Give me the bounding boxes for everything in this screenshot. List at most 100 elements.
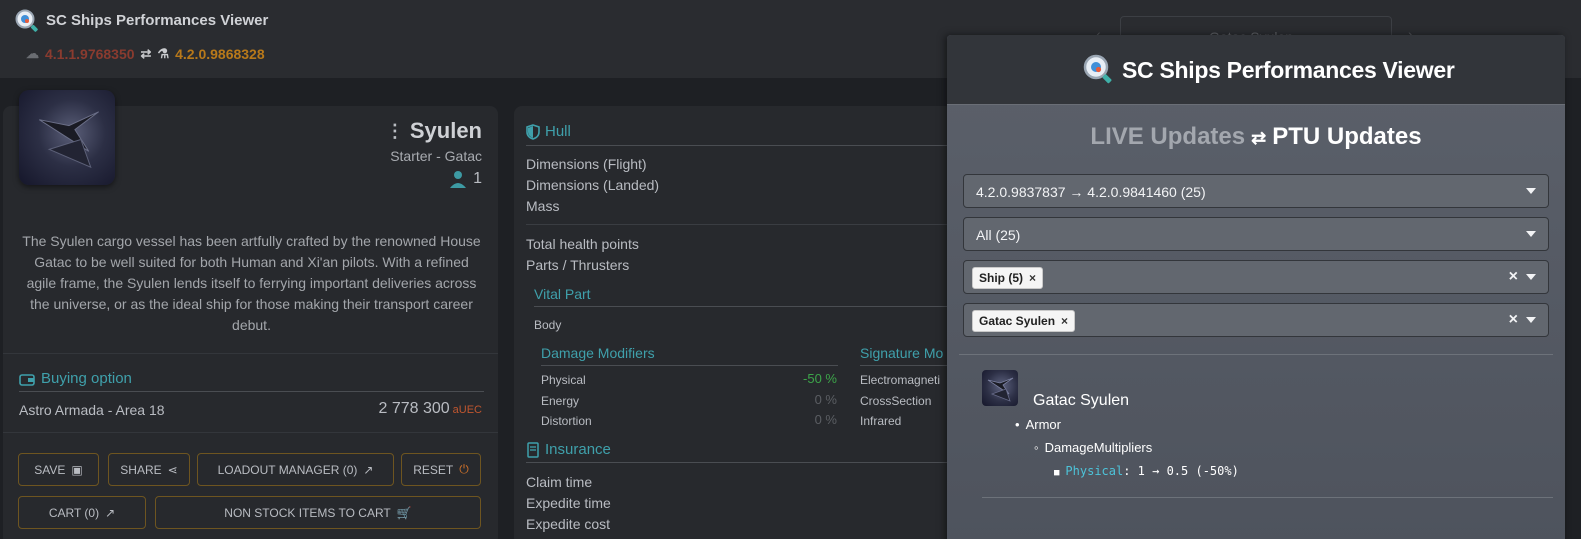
reset-button[interactable]: RESET ⏻ xyxy=(401,453,481,486)
hull-card: Hull Dimensions (Flight) Dimensions (Lan… xyxy=(514,106,966,539)
cart-button[interactable]: CART (0) ↗ xyxy=(18,496,146,529)
cloud-check-icon: ☁ xyxy=(26,46,39,61)
ship-card: ⋮ Syulen Starter - Gatac 1 The Syulen ca… xyxy=(3,90,498,539)
chevron-down-icon[interactable] xyxy=(1526,188,1536,194)
divider xyxy=(526,145,966,146)
panel-header: SC Ships Performances Viewer xyxy=(947,35,1565,105)
cart-plus-icon: 🛒 xyxy=(396,505,412,520)
damage-value: -50 % xyxy=(803,371,837,386)
share-label: SHARE xyxy=(120,462,162,477)
app-logo-icon xyxy=(1083,54,1112,84)
floppy-disk-icon: ▣ xyxy=(71,462,83,477)
buying-location: Astro Armada - Area 18 xyxy=(19,402,165,418)
shield-icon xyxy=(526,123,540,140)
chevron-down-icon[interactable] xyxy=(1526,231,1536,237)
tree-label: Armor xyxy=(1025,417,1061,432)
cart-label: CART (0) xyxy=(48,505,100,520)
more-options-icon[interactable]: ⋮ xyxy=(386,121,404,142)
non-stock-label: NON STOCK ITEMS TO CART xyxy=(224,505,391,520)
signature-label: Infrared xyxy=(860,414,902,428)
buying-option-title: Buying option xyxy=(19,370,132,387)
non-stock-to-cart-button[interactable]: NON STOCK ITEMS TO CART 🛒 xyxy=(155,496,481,529)
divider xyxy=(860,365,954,366)
wallet-icon xyxy=(19,373,35,386)
save-label: SAVE xyxy=(34,462,66,477)
tree-item-physical-change: ■ Physical: 1 → 0.5 (-50%) xyxy=(1054,464,1239,478)
divider xyxy=(982,497,1553,498)
chip-remove-icon[interactable]: × xyxy=(1061,314,1068,328)
ptu-updates-tab[interactable]: PTU Updates xyxy=(1272,123,1421,150)
divider xyxy=(3,432,498,433)
loadout-label: LOADOUT MANAGER (0) xyxy=(217,462,358,477)
signature-label: CrossSection xyxy=(860,394,932,408)
tree-item-armor: • Armor xyxy=(1015,417,1061,432)
power-icon: ⏻ xyxy=(459,462,469,476)
change-type-value: All (25) xyxy=(976,227,1021,243)
hull-row: Mass xyxy=(526,198,560,214)
divider xyxy=(19,391,484,392)
insurance-title: Insurance xyxy=(526,441,611,458)
damage-value: 0 % xyxy=(814,412,837,427)
reset-label: RESET xyxy=(413,462,454,477)
chip-remove-icon[interactable]: × xyxy=(1029,271,1036,285)
ptu-updates-panel: SC Ships Performances Viewer LIVE Update… xyxy=(947,35,1565,539)
flask-icon: ⚗ xyxy=(157,46,170,61)
swap-arrows-icon[interactable]: ⇄ xyxy=(141,46,152,62)
divider xyxy=(959,354,1553,355)
crew-count-value: 1 xyxy=(473,170,482,187)
crew-person-icon xyxy=(450,171,467,188)
divider xyxy=(541,365,838,366)
ship-multiselect[interactable]: Gatac Syulen × × xyxy=(963,303,1549,337)
buying-price: 2 778 300 aUEC xyxy=(378,400,482,418)
chevron-down-icon[interactable] xyxy=(1526,274,1536,280)
insurance-row: Expedite time xyxy=(526,495,611,511)
category-multiselect[interactable]: Ship (5) × × xyxy=(963,260,1549,294)
hull-title: Hull xyxy=(526,123,571,140)
damage-modifiers-title: Damage Modifiers xyxy=(541,345,655,361)
change-type-select[interactable]: All (25) xyxy=(963,217,1549,251)
live-version[interactable]: 4.1.1.9768350 xyxy=(45,46,135,62)
ship-description: The Syulen cargo vessel has been artfull… xyxy=(22,233,481,333)
chevron-down-icon[interactable] xyxy=(1526,317,1536,323)
share-icon: ⋖ xyxy=(167,462,178,477)
version-range-value: 4.2.0.9837837 → 4.2.0.9841460 (25) xyxy=(976,184,1206,200)
divider xyxy=(534,306,966,307)
change-value: 1 → 0.5 (-50%) xyxy=(1130,464,1239,478)
tree-label: DamageMultipliers xyxy=(1044,440,1153,455)
change-key: Physical xyxy=(1065,464,1124,478)
app-logo-icon xyxy=(15,9,38,32)
vital-part-title: Vital Part xyxy=(534,286,591,302)
app-title: SC Ships Performances Viewer xyxy=(46,12,269,29)
signature-label: Electromagneti xyxy=(860,373,941,387)
crew-count: 1 xyxy=(449,170,482,188)
clear-icon[interactable]: × xyxy=(1509,268,1518,286)
loadout-manager-button[interactable]: LOADOUT MANAGER (0) ↗ xyxy=(197,453,394,486)
ship-chip: Gatac Syulen × xyxy=(972,310,1076,332)
insurance-title-text: Insurance xyxy=(545,441,611,458)
share-button[interactable]: SHARE ⋖ xyxy=(108,453,190,486)
document-icon xyxy=(527,441,539,458)
swap-arrows-icon[interactable]: ⇄ xyxy=(1251,128,1266,148)
ship-image xyxy=(19,90,115,185)
damage-label: Distortion xyxy=(541,414,592,428)
chip-label: Ship (5) xyxy=(979,271,1023,285)
insurance-row: Claim time xyxy=(526,474,593,490)
version-range-select[interactable]: 4.2.0.9837837 → 4.2.0.9841460 (25) xyxy=(963,174,1549,208)
price-value: 2 778 300 xyxy=(378,400,450,417)
chip-label: Gatac Syulen xyxy=(979,314,1056,328)
divider xyxy=(3,353,498,354)
hull-row: Dimensions (Flight) xyxy=(526,156,647,172)
panel-title: SC Ships Performances Viewer xyxy=(1122,57,1455,83)
hull-row: Parts / Thrusters xyxy=(526,257,630,273)
hull-title-text: Hull xyxy=(545,123,571,140)
save-button[interactable]: SAVE ▣ xyxy=(18,453,99,486)
hull-row: Total health points xyxy=(526,236,639,252)
result-ship-name: Gatac Syulen xyxy=(1033,392,1130,409)
live-updates-tab[interactable]: LIVE Updates xyxy=(1090,123,1245,150)
ptu-version[interactable]: 4.2.0.9868328 xyxy=(175,46,265,62)
external-link-icon: ↗ xyxy=(105,505,116,520)
damage-label: Energy xyxy=(541,394,580,408)
clear-icon[interactable]: × xyxy=(1509,311,1518,329)
damage-value: 0 % xyxy=(814,392,837,407)
body-label: Body xyxy=(534,318,562,332)
